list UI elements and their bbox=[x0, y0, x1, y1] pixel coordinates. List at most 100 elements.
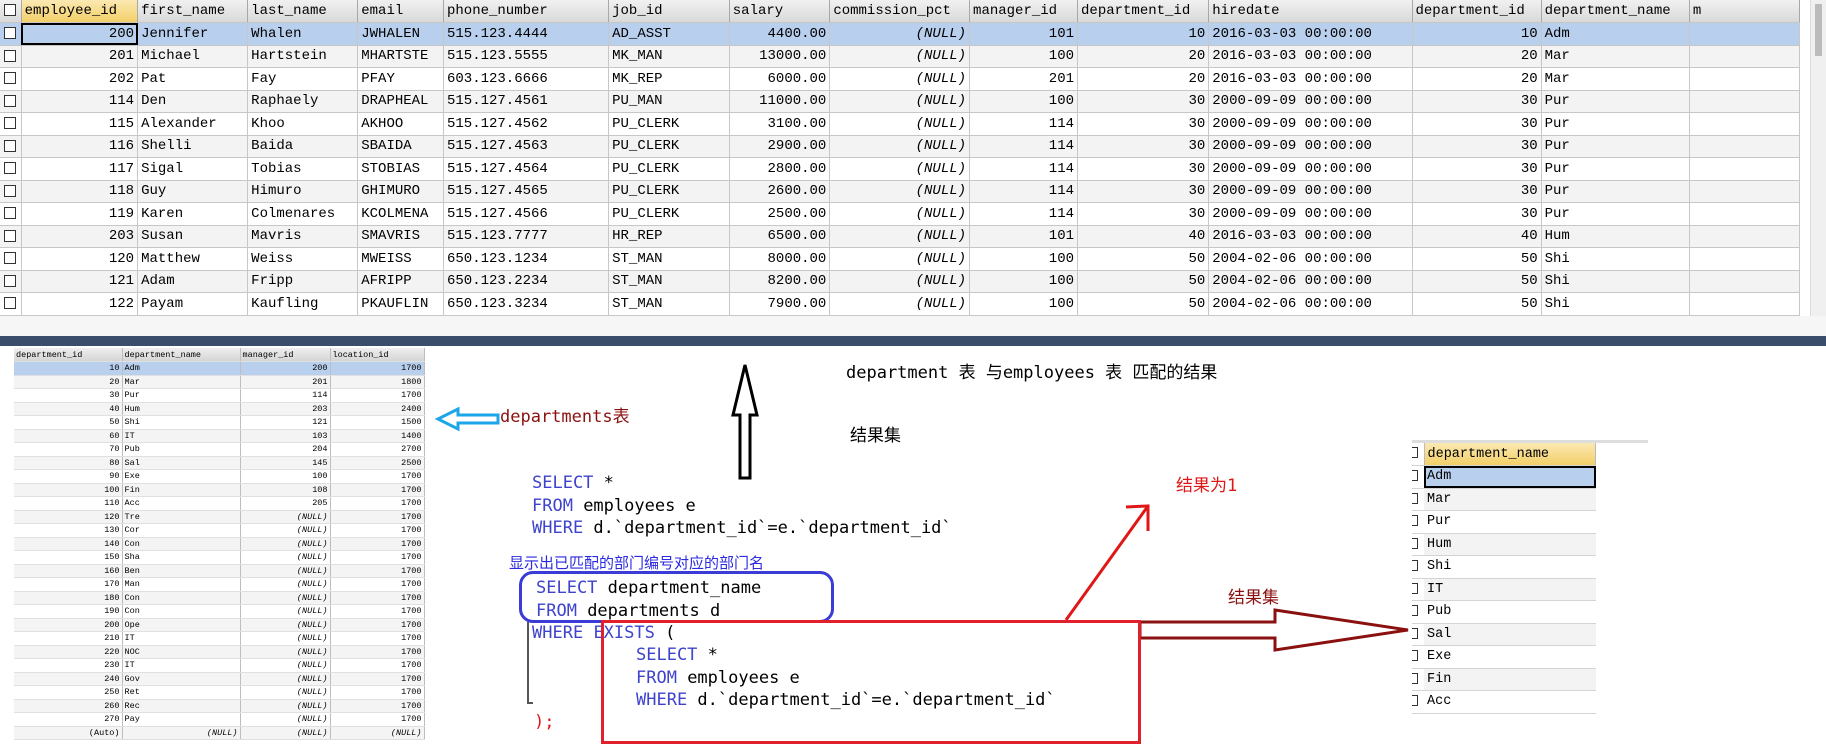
table-cell[interactable]: 8000.00 bbox=[729, 247, 831, 271]
table-cell[interactable]: AKHOO bbox=[357, 112, 444, 136]
vertical-scrollbar[interactable] bbox=[1810, 0, 1826, 336]
table-cell[interactable]: 6500.00 bbox=[729, 225, 831, 248]
table-cell[interactable] bbox=[1689, 202, 1801, 226]
row-selector[interactable] bbox=[0, 22, 22, 46]
table-cell[interactable]: 2016-03-03 00:00:00 bbox=[1208, 67, 1413, 91]
table-cell[interactable]: (NULL) bbox=[829, 292, 971, 316]
table-cell[interactable] bbox=[1689, 247, 1801, 271]
checkbox-icon[interactable] bbox=[1412, 672, 1418, 684]
table-row[interactable]: 201 Michael Hartstein MHARTSTE 515.123.5555 M… bbox=[0, 45, 1801, 68]
column-header-department-id[interactable]: department_id bbox=[1077, 0, 1210, 23]
table-cell[interactable]: ST_MAN bbox=[608, 292, 730, 316]
row-selector[interactable] bbox=[0, 67, 22, 91]
table-row[interactable]: 114 Den Raphaely DRAPHEAL 515.127.4561 PU_MAN… bbox=[0, 90, 1801, 113]
table-cell[interactable]: 650.123.1234 bbox=[443, 247, 610, 271]
checkbox-icon[interactable] bbox=[1412, 515, 1418, 527]
table-cell[interactable]: 40 bbox=[1412, 225, 1542, 248]
table-cell[interactable]: 4400.00 bbox=[729, 22, 831, 46]
table-cell[interactable]: JWHALEN bbox=[357, 22, 444, 46]
result-cell[interactable]: Acc bbox=[1424, 690, 1596, 714]
table-cell[interactable]: Kaufling bbox=[247, 292, 359, 316]
table-cell[interactable]: 2004-02-06 00:00:00 bbox=[1208, 270, 1413, 293]
row-selector[interactable] bbox=[1412, 555, 1424, 579]
table-row[interactable]: 121 Adam Fripp AFRIPP 650.123.2234 ST_MAN 8200… bbox=[0, 270, 1801, 293]
table-cell[interactable]: 650.123.3234 bbox=[443, 292, 610, 316]
table-cell[interactable]: 50 bbox=[1077, 270, 1210, 293]
table-cell[interactable]: HR_REP bbox=[608, 225, 730, 248]
result-cell[interactable]: Pub bbox=[1424, 600, 1596, 624]
row-selector[interactable] bbox=[0, 292, 22, 316]
table-cell[interactable]: 515.127.4564 bbox=[443, 157, 610, 181]
table-cell[interactable]: 50 bbox=[1412, 270, 1542, 293]
table-cell[interactable]: ST_MAN bbox=[608, 247, 730, 271]
checkbox-icon[interactable] bbox=[1412, 650, 1418, 662]
table-cell[interactable]: 114 bbox=[969, 180, 1079, 203]
table-cell[interactable]: Pur bbox=[1541, 202, 1690, 226]
table-cell[interactable]: Susan bbox=[137, 225, 249, 248]
table-cell[interactable]: Matthew bbox=[137, 247, 249, 271]
table-cell[interactable]: DRAPHEAL bbox=[357, 90, 444, 113]
table-cell[interactable]: Baida bbox=[247, 135, 359, 158]
table-cell[interactable]: 101 bbox=[969, 22, 1079, 46]
table-cell[interactable]: GHIMURO bbox=[357, 180, 444, 203]
table-cell[interactable]: 201 bbox=[969, 67, 1079, 91]
table-cell[interactable]: 11000.00 bbox=[729, 90, 831, 113]
column-header-manager-id[interactable]: manager_id bbox=[969, 0, 1079, 23]
checkbox-icon[interactable] bbox=[1412, 470, 1418, 482]
row-selector[interactable] bbox=[0, 225, 22, 248]
table-cell[interactable]: 203 bbox=[21, 225, 139, 248]
table-cell[interactable]: Alexander bbox=[137, 112, 249, 136]
table-cell[interactable]: ST_MAN bbox=[608, 270, 730, 293]
row-selector[interactable] bbox=[1412, 510, 1424, 534]
table-cell[interactable]: 2004-02-06 00:00:00 bbox=[1208, 292, 1413, 316]
table-cell[interactable]: Pur bbox=[1541, 112, 1690, 136]
table-cell[interactable]: (NULL) bbox=[829, 270, 971, 293]
table-cell[interactable]: 100 bbox=[969, 270, 1079, 293]
column-header-first-name[interactable]: first_name bbox=[137, 0, 249, 23]
checkbox-icon[interactable] bbox=[4, 162, 17, 175]
row-selector[interactable] bbox=[0, 157, 22, 181]
table-cell[interactable]: 50 bbox=[1077, 247, 1210, 271]
table-cell[interactable]: 114 bbox=[969, 202, 1079, 226]
table-cell[interactable]: 100 bbox=[969, 247, 1079, 271]
table-row[interactable]: 116 Shelli Baida SBAIDA 515.127.4563 PU_CLERK… bbox=[0, 135, 1801, 158]
table-cell[interactable]: KCOLMENA bbox=[357, 202, 444, 226]
column-header-commission-pct[interactable]: commission_pct bbox=[829, 0, 971, 23]
table-cell[interactable]: Mar bbox=[1541, 67, 1690, 91]
table-cell[interactable]: 30 bbox=[1412, 202, 1542, 226]
table-cell[interactable]: Payam bbox=[137, 292, 249, 316]
row-selector[interactable] bbox=[0, 270, 22, 293]
table-cell[interactable]: 202 bbox=[21, 67, 139, 91]
table-cell[interactable]: (NULL) bbox=[829, 22, 971, 46]
table-cell[interactable]: 30 bbox=[1077, 90, 1210, 113]
table-cell[interactable]: (NULL) bbox=[829, 157, 971, 181]
result-row[interactable]: Acc bbox=[1412, 690, 1596, 714]
row-selector[interactable] bbox=[0, 180, 22, 203]
row-selector[interactable] bbox=[1412, 623, 1424, 646]
row-selector[interactable] bbox=[1412, 578, 1424, 601]
table-cell[interactable]: 20 bbox=[1077, 45, 1210, 68]
table-cell[interactable]: 2000-09-09 00:00:00 bbox=[1208, 135, 1413, 158]
column-header-m[interactable]: m bbox=[1689, 0, 1801, 23]
table-cell[interactable]: 2000-09-09 00:00:00 bbox=[1208, 202, 1413, 226]
table-cell[interactable]: 114 bbox=[969, 112, 1079, 136]
row-selector[interactable] bbox=[1412, 465, 1424, 489]
table-cell[interactable]: 118 bbox=[21, 180, 139, 203]
table-cell[interactable]: (NULL) bbox=[829, 202, 971, 226]
table-cell[interactable]: 515.127.4563 bbox=[443, 135, 610, 158]
table-cell[interactable]: 10 bbox=[1077, 22, 1210, 46]
table-cell[interactable]: Sigal bbox=[137, 157, 249, 181]
column-header-hiredate[interactable]: hiredate bbox=[1208, 0, 1413, 23]
row-selector[interactable] bbox=[1412, 645, 1424, 669]
table-cell[interactable]: Shelli bbox=[137, 135, 249, 158]
table-cell[interactable]: PU_CLERK bbox=[608, 180, 730, 203]
table-cell[interactable]: Raphaely bbox=[247, 90, 359, 113]
table-cell[interactable]: 100 bbox=[969, 45, 1079, 68]
result-cell[interactable]: Fin bbox=[1424, 668, 1596, 691]
table-cell[interactable]: PU_CLERK bbox=[608, 112, 730, 136]
table-cell[interactable]: PU_MAN bbox=[608, 90, 730, 113]
row-selector[interactable] bbox=[0, 202, 22, 226]
table-cell[interactable]: 30 bbox=[1412, 112, 1542, 136]
table-cell[interactable]: 515.127.4565 bbox=[443, 180, 610, 203]
table-row[interactable]: 200 Jennifer Whalen JWHALEN 515.123.4444 AD_A… bbox=[0, 22, 1801, 46]
